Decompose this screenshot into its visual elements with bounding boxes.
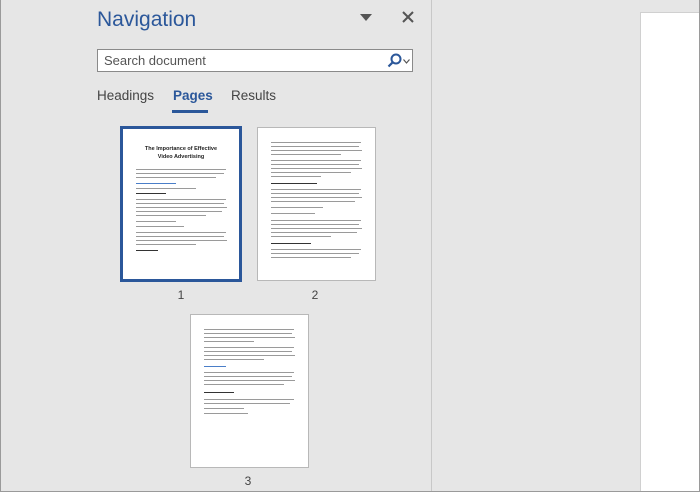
search-icon[interactable] (387, 53, 402, 68)
tab-results[interactable]: Results (231, 88, 276, 103)
pane-title: Navigation (97, 8, 197, 31)
document-page[interactable] (640, 12, 699, 491)
tab-pages[interactable]: Pages (173, 88, 213, 103)
page-thumbnail-1[interactable]: The Importance of Effective Video Advert… (120, 126, 242, 282)
close-icon[interactable] (401, 10, 415, 24)
left-margin (1, 0, 84, 491)
search-input[interactable] (98, 50, 378, 71)
page-number-2: 2 (311, 288, 319, 302)
page-thumbnail-2[interactable] (257, 127, 376, 281)
page-number-1: 1 (177, 288, 185, 302)
navigation-pane: Navigation Headings Pages Results The Im… (84, 0, 432, 491)
search-options-chevron-icon[interactable] (403, 59, 410, 64)
search-box (97, 49, 413, 72)
page-1-title: The Importance of Effective Video Advert… (144, 146, 218, 160)
nav-tabs: Headings Pages Results (84, 88, 432, 114)
page-number-3: 3 (244, 474, 252, 488)
tab-headings[interactable]: Headings (97, 88, 154, 103)
page-thumbnail-3[interactable] (190, 314, 309, 468)
active-tab-indicator (172, 110, 208, 113)
chevron-down-icon[interactable] (360, 14, 372, 22)
